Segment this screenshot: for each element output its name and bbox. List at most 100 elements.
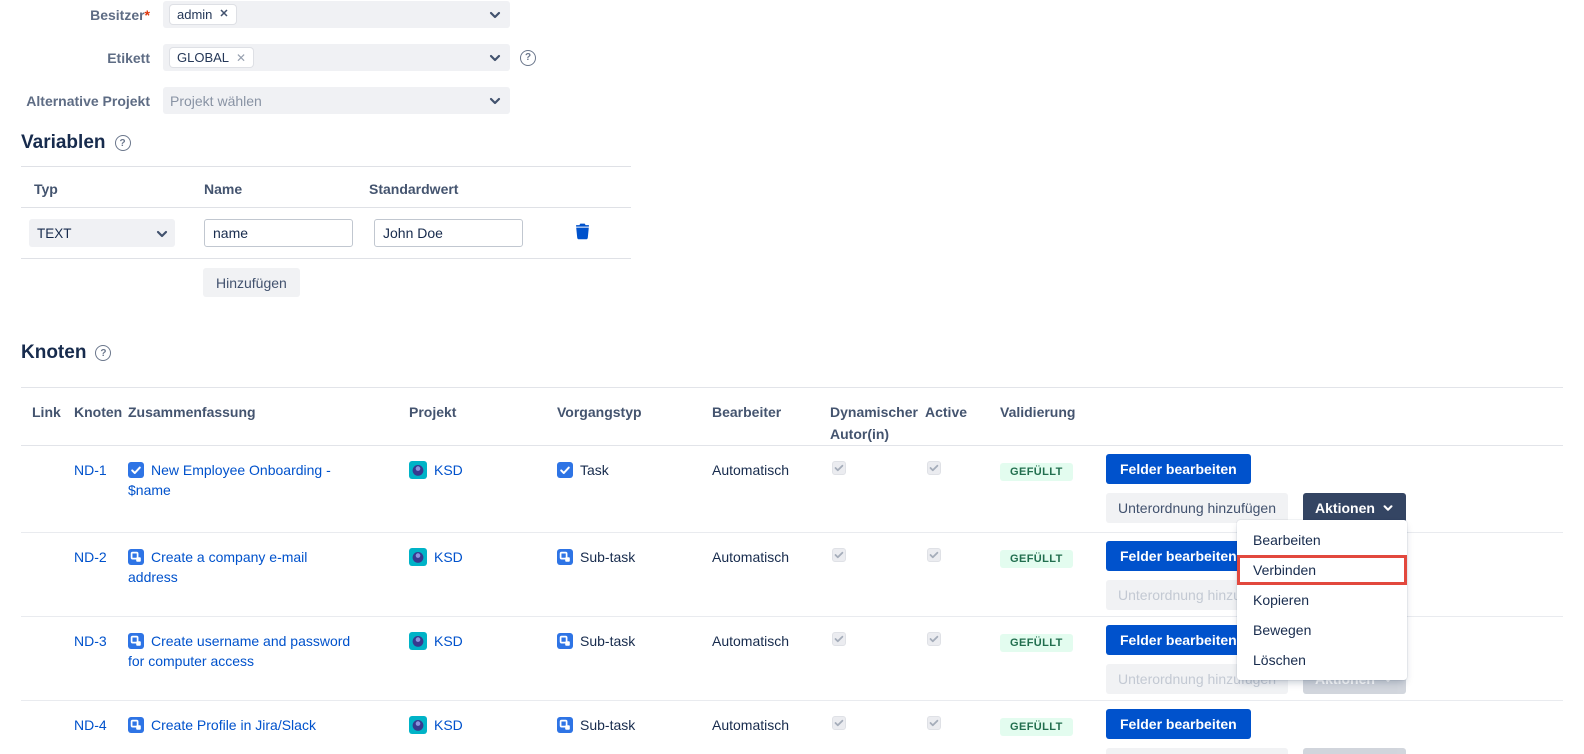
variable-row: TEXT	[21, 208, 631, 258]
project-avatar	[409, 716, 427, 734]
actions-button[interactable]: Aktionen	[1303, 748, 1406, 754]
node-id-link[interactable]: ND-1	[74, 462, 107, 478]
form-row-owner: Besitzer* admin✕	[0, 1, 1584, 28]
subtask-icon	[557, 717, 573, 733]
nodes-heading: Knoten ?	[21, 342, 1584, 364]
required-asterisk: *	[145, 7, 150, 23]
check-icon	[834, 551, 844, 559]
node-summary-link[interactable]: Create username and password for compute…	[128, 633, 350, 669]
alt-project-placeholder: Projekt wählen	[170, 93, 262, 109]
validation-badge: GEFÜLLT	[1000, 634, 1073, 652]
assignee-label: Automatisch	[712, 633, 789, 649]
col-validierung: Validierung	[1000, 401, 1106, 445]
form-row-label: Etikett GLOBAL✕ ?	[0, 44, 1584, 71]
project-avatar	[409, 632, 427, 650]
owner-chip: admin✕	[170, 5, 236, 24]
link-cell	[32, 446, 74, 532]
col-active: Active	[925, 401, 1000, 445]
etikett-chip: GLOBAL✕	[170, 48, 253, 67]
alt-project-label: Alternative Projekt	[0, 93, 150, 109]
trash-icon	[575, 223, 590, 240]
project-link[interactable]: KSD	[434, 462, 463, 478]
variable-default-input[interactable]	[374, 219, 523, 247]
validation-badge: GEFÜLLT	[1000, 550, 1073, 568]
edit-fields-button[interactable]: Felder bearbeiten	[1106, 454, 1251, 484]
task-icon	[557, 462, 573, 478]
subtask-icon	[128, 717, 144, 733]
help-icon[interactable]: ?	[520, 50, 536, 66]
remove-icon[interactable]: ✕	[219, 9, 228, 20]
owner-select[interactable]: admin✕	[163, 1, 510, 28]
alt-project-select[interactable]: Projekt wählen	[163, 87, 510, 114]
col-knoten: Knoten	[74, 401, 128, 445]
chevron-down-icon	[488, 94, 502, 108]
edit-fields-button[interactable]: Felder bearbeiten	[1106, 541, 1251, 571]
variables-table: Typ Name Standardwert TEXT	[21, 166, 631, 297]
dynamic-author-checkbox	[832, 461, 846, 475]
active-checkbox	[927, 548, 941, 562]
node-summary-link[interactable]: Create a company e-mail address	[128, 549, 307, 585]
check-icon	[834, 464, 844, 472]
chevron-down-icon	[155, 227, 168, 240]
add-variable-button[interactable]: Hinzufügen	[203, 268, 300, 297]
etikett-select[interactable]: GLOBAL✕	[163, 44, 510, 71]
node-summary-link[interactable]: New Employee Onboarding - $name	[128, 462, 331, 498]
variables-title: Variablen	[21, 132, 106, 154]
col-dynamischer-autor: Dynamischer Autor(in)	[830, 401, 925, 445]
check-icon	[929, 635, 939, 643]
edit-fields-button[interactable]: Felder bearbeiten	[1106, 709, 1251, 739]
issue-type-label: Sub-task	[580, 633, 635, 649]
project-avatar	[409, 461, 427, 479]
dynamic-author-checkbox	[832, 632, 846, 646]
assignee-label: Automatisch	[712, 717, 789, 733]
col-projekt: Projekt	[409, 401, 557, 445]
check-icon	[929, 464, 939, 472]
remove-icon[interactable]: ✕	[236, 52, 246, 64]
menu-item-bewegen[interactable]: Bewegen	[1237, 615, 1407, 645]
actions-button[interactable]: Aktionen	[1303, 493, 1406, 523]
project-link[interactable]: KSD	[434, 549, 463, 565]
delete-variable-button[interactable]	[575, 223, 590, 243]
active-checkbox	[927, 716, 941, 730]
project-link[interactable]: KSD	[434, 633, 463, 649]
subtask-icon	[128, 549, 144, 565]
issue-type-label: Task	[580, 462, 609, 478]
owner-label-text: Besitzer	[90, 7, 144, 23]
nodes-title: Knoten	[21, 342, 86, 364]
col-name: Name	[204, 181, 369, 197]
check-icon	[834, 719, 844, 727]
col-link: Link	[32, 401, 74, 445]
col-typ: Typ	[34, 181, 204, 197]
variable-name-input[interactable]	[204, 219, 353, 247]
help-icon[interactable]: ?	[115, 135, 131, 151]
node-row: ND-4 Create Profile in Jira/Slack KSD Su…	[21, 701, 1563, 754]
owner-label: Besitzer*	[0, 7, 150, 23]
variable-type-value: TEXT	[37, 226, 72, 241]
task-icon	[128, 462, 144, 478]
node-id-link[interactable]: ND-2	[74, 549, 107, 565]
node-id-link[interactable]: ND-4	[74, 717, 107, 733]
menu-item-loeschen[interactable]: Löschen	[1237, 645, 1407, 675]
validation-badge: GEFÜLLT	[1000, 718, 1073, 736]
add-subtask-button[interactable]: Unterordnung hinzufügen	[1106, 493, 1288, 523]
issue-type-label: Sub-task	[580, 717, 635, 733]
node-summary-link[interactable]: Create Profile in Jira/Slack	[151, 717, 316, 733]
variable-type-select[interactable]: TEXT	[29, 219, 175, 247]
active-checkbox	[927, 461, 941, 475]
dynamic-author-checkbox	[832, 716, 846, 730]
menu-item-bearbeiten[interactable]: Bearbeiten	[1237, 525, 1407, 555]
link-cell	[32, 701, 74, 754]
subtask-icon	[557, 633, 573, 649]
actions-dropdown-menu: Bearbeiten Verbinden Kopieren Bewegen Lö…	[1237, 520, 1407, 680]
edit-fields-button[interactable]: Felder bearbeiten	[1106, 625, 1251, 655]
help-icon[interactable]: ?	[95, 345, 111, 361]
etikett-label: Etikett	[0, 50, 150, 66]
add-subtask-button[interactable]: Unterordnung hinzufügen	[1106, 748, 1288, 754]
menu-item-kopieren[interactable]: Kopieren	[1237, 585, 1407, 615]
menu-item-verbinden[interactable]: Verbinden	[1237, 555, 1407, 585]
subtask-icon	[128, 633, 144, 649]
node-id-link[interactable]: ND-3	[74, 633, 107, 649]
project-link[interactable]: KSD	[434, 717, 463, 733]
link-cell	[32, 533, 74, 616]
variables-heading: Variablen ?	[21, 132, 1584, 154]
